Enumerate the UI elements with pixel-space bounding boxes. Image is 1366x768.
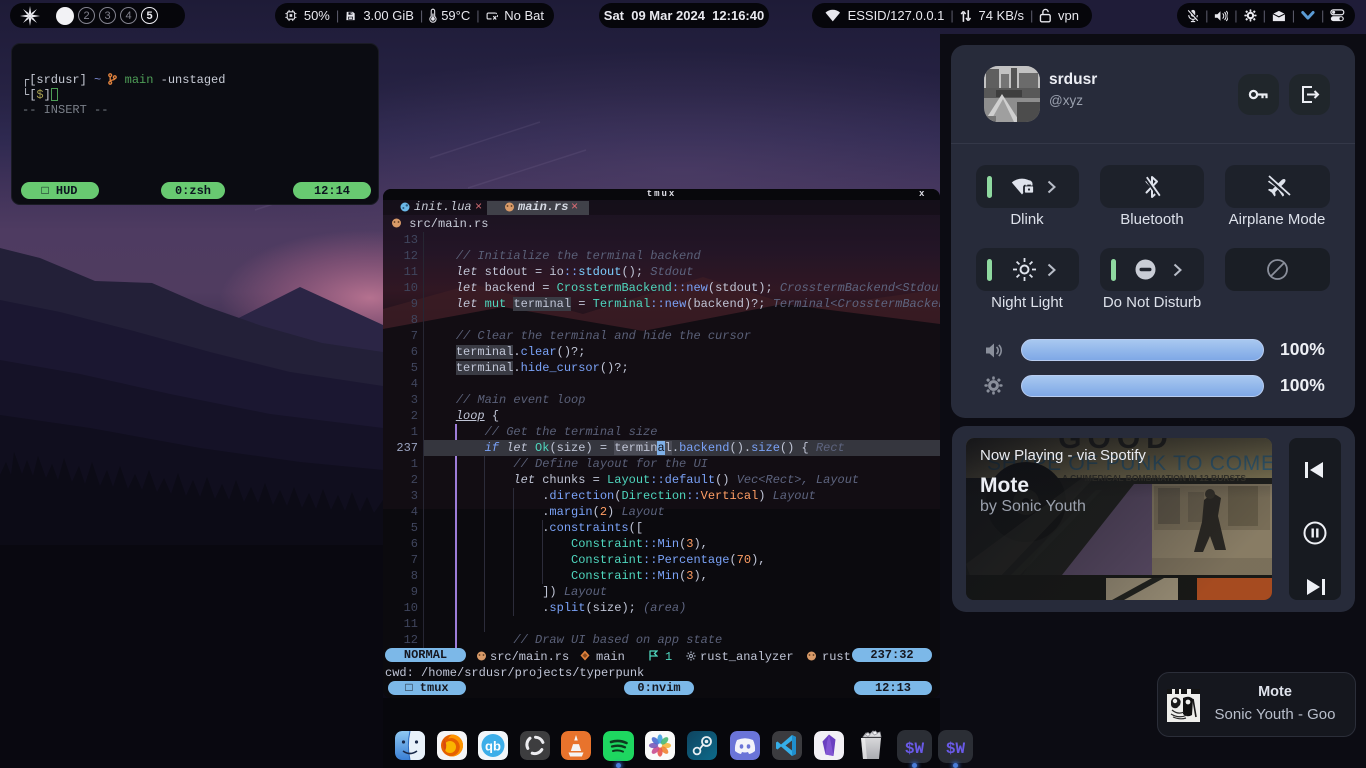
svg-text:$W: $W [946, 740, 966, 758]
svg-text:$W: $W [905, 740, 925, 758]
svg-text:qb: qb [485, 739, 501, 754]
